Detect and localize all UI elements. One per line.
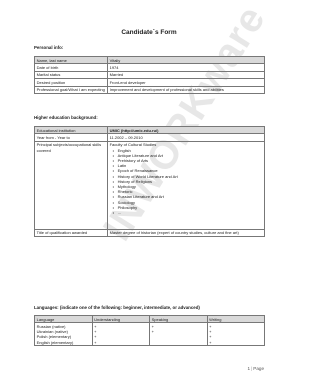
subjects-list: English Antique Literature and Art Prehi…	[110, 148, 263, 216]
education-table: Educational institution UMIC (http://umi…	[34, 125, 265, 238]
level-mark: +	[94, 339, 97, 345]
languages-heading: Languages: (indicate one of the followin…	[34, 305, 200, 310]
level-mark: +	[151, 329, 154, 335]
row-label: Year from - Year to	[34, 133, 108, 142]
language-cell: Russian (native) Ukrainian (native) Poli…	[34, 322, 93, 347]
table-header-row: Language Understanding Speaking Writing	[34, 314, 265, 324]
table-row: Name, last name Vitaliy	[34, 55, 265, 65]
row-label: Marital status	[34, 70, 108, 80]
table-row: Marital status Married	[34, 70, 265, 80]
personal-info-heading: Personal info:	[34, 45, 64, 50]
document-page: INWORKware Candidate`s Form Personal inf…	[0, 0, 298, 386]
column-header: Understanding	[91, 314, 150, 324]
row-label: Educational institution	[34, 125, 108, 135]
row-value: Master degree of historian (expert of co…	[107, 228, 265, 238]
speaking-cell: + +	[149, 322, 208, 347]
table-row: Desired position Front-end developer	[34, 78, 265, 87]
row-label: Name, last name	[34, 55, 108, 65]
row-value: UMIC (http://umic.edu.ru/)	[107, 125, 265, 135]
languages-table: Language Understanding Speaking Writing …	[34, 314, 265, 347]
level-mark: +	[209, 339, 212, 345]
table-row: Professional goal/What I am expecting Im…	[34, 85, 265, 94]
row-value: Front-end developer	[107, 78, 265, 87]
row-value: Vitaliy	[107, 55, 265, 65]
row-label: Desired position	[34, 78, 108, 87]
table-row: Title of qualification awarded Master de…	[34, 228, 265, 238]
row-value: Improvement and development of professio…	[107, 85, 265, 94]
table-row: Year from - Year to 11.2002 – 09.2010	[34, 133, 265, 142]
language-name: English (elementary)	[36, 339, 74, 345]
list-item: ...	[113, 210, 263, 215]
page-footer: 1|Page	[248, 366, 265, 371]
personal-info-table: Name, last name Vitaliy Date of birth 19…	[34, 55, 265, 94]
column-header: Language	[34, 314, 93, 324]
page-number: 1	[247, 366, 251, 371]
education-heading: Higher education background:	[34, 115, 98, 120]
understanding-cell: + + + +	[91, 322, 150, 347]
institution-value: UMIC (http://umic.edu.ru/)	[109, 127, 159, 133]
row-label: Principal subjects/occupational skills c…	[34, 140, 108, 230]
row-label: Date of birth	[34, 63, 108, 72]
page-word: Page	[253, 366, 264, 371]
row-value: Faculty of Cultural Studies English Anti…	[107, 140, 265, 230]
table-row: Principal subjects/occupational skills c…	[34, 140, 265, 230]
row-value: 1974	[107, 63, 265, 72]
row-label: Professional goal/What I am expecting	[34, 85, 108, 94]
row-value: Married	[107, 70, 265, 80]
table-row: Russian (native) Ukrainian (native) Poli…	[34, 322, 265, 347]
table-row: Educational institution UMIC (http://umi…	[34, 125, 265, 135]
table-row: Date of birth 1974	[34, 63, 265, 72]
row-label: Title of qualification awarded	[34, 228, 108, 238]
column-header: Writing	[206, 314, 265, 324]
writing-cell: + + + +	[206, 322, 265, 347]
row-value: 11.2002 – 09.2010	[107, 133, 265, 142]
column-header: Speaking	[149, 314, 208, 324]
page-title: Candidate`s Form	[121, 29, 177, 36]
